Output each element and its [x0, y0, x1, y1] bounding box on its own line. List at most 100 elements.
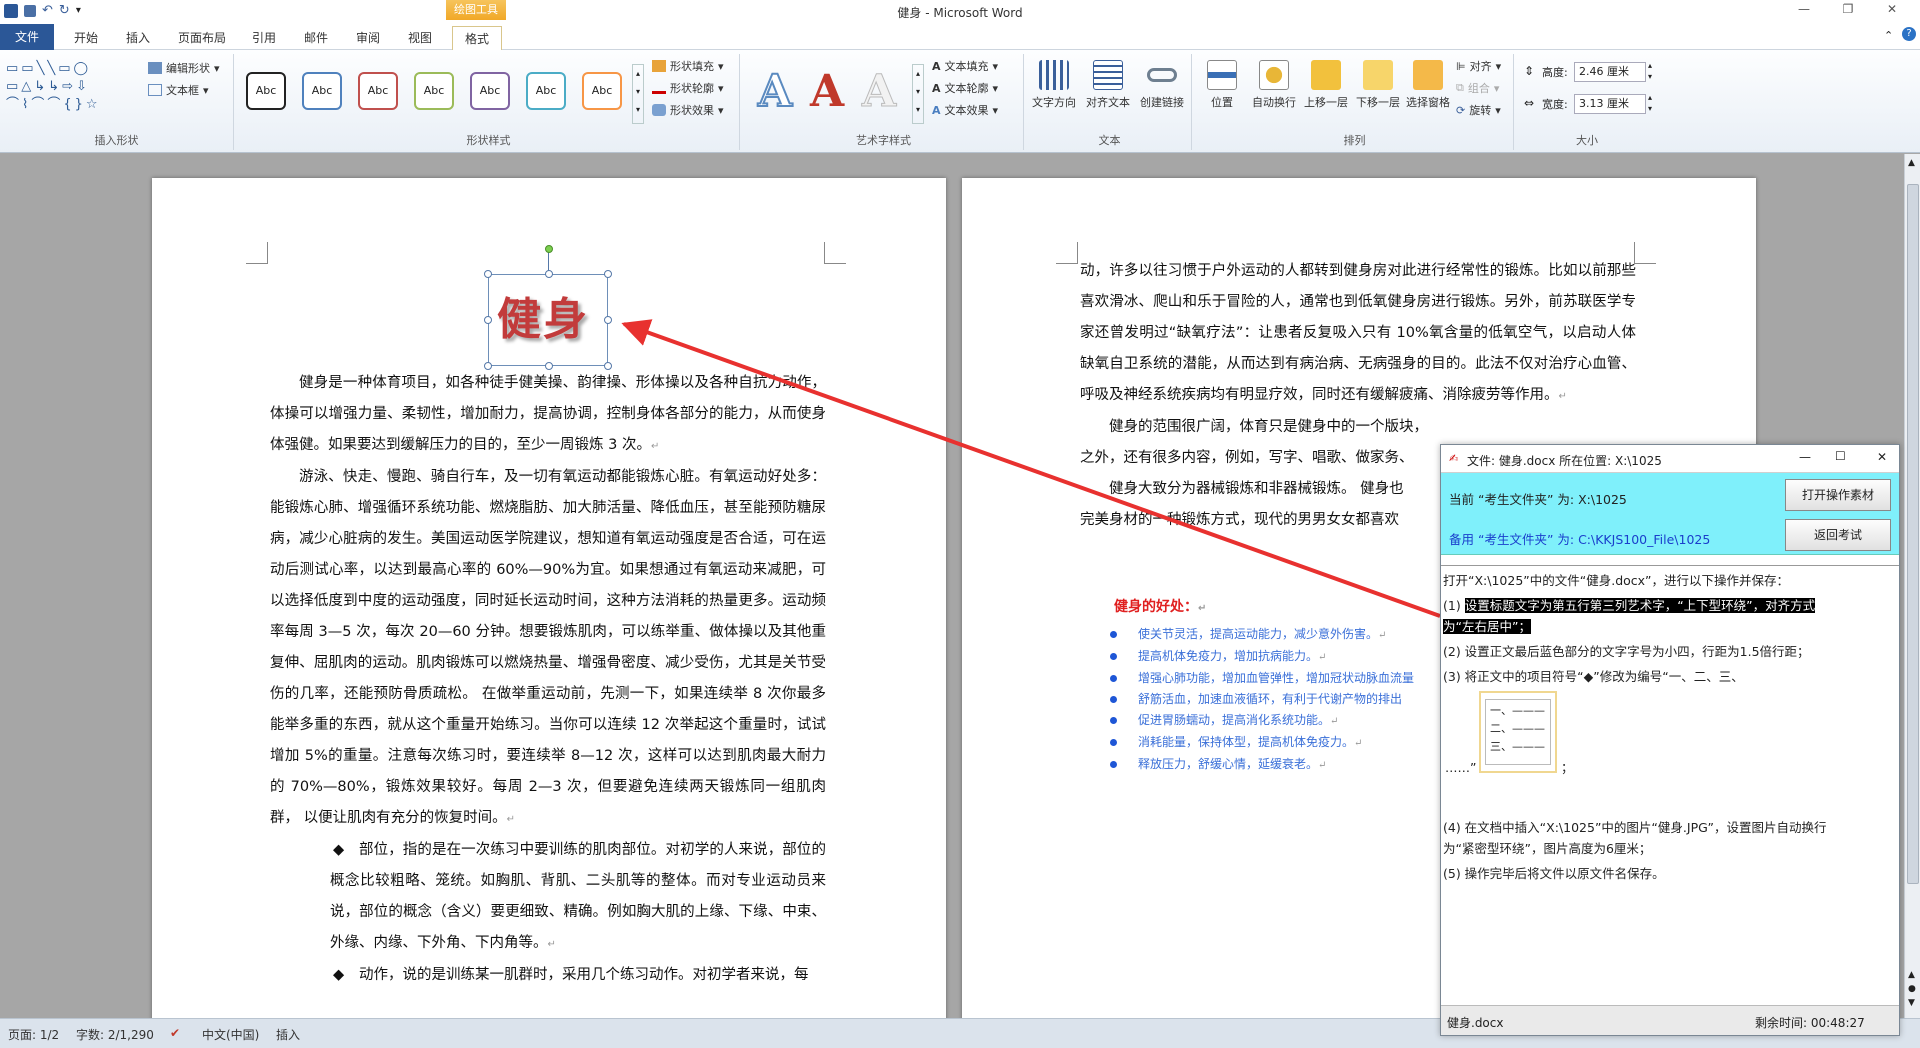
resize-handle[interactable] — [545, 270, 553, 278]
paint-bucket-icon — [652, 60, 666, 72]
resize-handle[interactable] — [604, 270, 612, 278]
wordart-gallery-scroll[interactable]: ▴ ▾ ▾ — [912, 64, 924, 124]
shape-style-2[interactable]: Abc — [302, 72, 342, 110]
shape-style-4[interactable]: Abc — [414, 72, 454, 110]
exam-app-icon: ✍ — [1449, 452, 1459, 465]
shape-style-7[interactable]: Abc — [582, 72, 622, 110]
ribbon-collapse-icon[interactable]: ⌃ — [1884, 29, 1893, 42]
group-icon: ⧉ — [1456, 81, 1464, 94]
text-effect-button[interactable]: A 文本效果 ▾ — [932, 102, 998, 118]
window-title: 健身 - Microsoft Word — [897, 6, 1023, 20]
height-spinner[interactable]: ▴ ▾ — [1648, 60, 1652, 82]
bullet-dot-icon — [1110, 717, 1117, 724]
text-outline-button[interactable]: A 文本轮廓 ▾ — [932, 80, 998, 96]
tab-mailings[interactable]: 邮件 — [292, 26, 340, 50]
exam-maximize-button[interactable]: ☐ — [1835, 449, 1846, 463]
page-1[interactable]: 健身 健身是一种体育项目，如各种徒手健美操、韵律操、形体操以及各种自抗力动作，体… — [152, 178, 946, 1018]
shape-style-6[interactable]: Abc — [526, 72, 566, 110]
example-item: 二、——— — [1490, 722, 1545, 735]
width-spinner[interactable]: ▴ ▾ — [1648, 92, 1652, 114]
wordart-title-frame[interactable]: 健身 — [484, 245, 612, 370]
exam-close-button[interactable]: ✕ — [1877, 450, 1887, 464]
shape-effect-button[interactable]: 形状效果 ▾ — [652, 102, 724, 118]
status-page[interactable]: 页面: 1/2 — [8, 1026, 59, 1043]
align-button[interactable]: ⊫ 对齐 ▾ — [1456, 58, 1501, 74]
width-input[interactable]: 3.13 厘米 — [1574, 94, 1646, 114]
tab-home[interactable]: 开始 — [62, 26, 110, 50]
exam-titlebar: ✍ 文件: 健身.docx 所在位置: X:\1025 — ☐ ✕ — [1441, 445, 1899, 473]
scroll-up-icon[interactable]: ▲ — [1908, 158, 1915, 168]
status-insert-mode[interactable]: 插入 — [276, 1026, 300, 1043]
textbox-icon — [148, 84, 162, 96]
body-text-left[interactable]: 健身是一种体育项目，如各种徒手健美操、韵律操、形体操以及各种自抗力动作，体操可以… — [270, 368, 826, 991]
group-button[interactable]: ⧉ 组合 ▾ — [1456, 80, 1499, 96]
bring-forward-button[interactable]: 上移一层 — [1300, 60, 1352, 110]
exam-minimize-button[interactable]: — — [1799, 450, 1811, 464]
wordart-style-1[interactable]: A — [757, 65, 793, 118]
group-size: ⇕ 高度: 2.46 厘米 ▴ ▾ ⇔ 宽度: 3.13 厘米 ▴ ▾ 大小 — [1518, 54, 1656, 150]
send-backward-icon — [1363, 60, 1393, 90]
wordart-style-2[interactable]: A — [810, 66, 844, 117]
selection-pane-icon — [1413, 60, 1443, 90]
shape-style-gallery-scroll[interactable]: ▴ ▾ ▾ — [632, 64, 644, 124]
exam-title: 文件: 健身.docx 所在位置: X:\1025 — [1467, 454, 1662, 468]
close-button[interactable]: ✕ — [1872, 2, 1912, 20]
rotate-handle[interactable] — [545, 245, 553, 253]
crop-mark — [1056, 242, 1078, 264]
instruction-step-3: (3) 将正文中的项目符号“◆”修改为编号“一、二、三、 — [1443, 669, 1744, 684]
link-icon — [1147, 68, 1177, 82]
tab-page-layout[interactable]: 页面布局 — [166, 26, 238, 50]
wordart-title[interactable]: 健身 — [497, 283, 589, 347]
textbox-button[interactable]: 文本框 ▾ — [148, 82, 209, 98]
ribbon-tabs: 文件 开始 插入 页面布局 引用 邮件 审阅 视图 格式 ⌃ ? — [0, 22, 1920, 50]
height-input[interactable]: 2.46 厘米 — [1574, 62, 1646, 82]
wrap-text-button[interactable]: 自动换行 — [1248, 60, 1300, 110]
instruction-step-5: (5) 操作完毕后将文件以原文件名保存。 — [1443, 866, 1665, 881]
resize-handle[interactable] — [484, 270, 492, 278]
tab-insert[interactable]: 插入 — [114, 26, 162, 50]
text-outline-icon: A — [932, 81, 941, 95]
align-text-button[interactable]: 对齐文本 — [1082, 60, 1134, 110]
resize-handle[interactable] — [484, 316, 492, 324]
rotate-button[interactable]: ⟳ 旋转 ▾ — [1456, 102, 1501, 118]
shape-gallery[interactable]: ▭▭╲╲▭◯ ▭△↳↳⇨⇩ ⌒⌇⌒⌒{}☆ — [6, 60, 136, 114]
numbering-example-box: 一、——— 二、——— 三、——— — [1479, 691, 1557, 773]
create-link-button[interactable]: 创建链接 — [1136, 60, 1188, 110]
text-fill-button[interactable]: A 文本填充 ▾ — [932, 58, 998, 74]
shape-outline-button[interactable]: 形状轮廓 ▾ — [652, 80, 724, 96]
wordart-style-3[interactable]: A — [861, 66, 896, 118]
tab-format[interactable]: 格式 — [452, 26, 503, 50]
tab-file[interactable]: 文件 — [0, 24, 54, 50]
open-material-button[interactable]: 打开操作素材 — [1785, 479, 1891, 511]
shape-style-1[interactable]: Abc — [246, 72, 286, 110]
vertical-scrollbar[interactable]: ▲ ▲ ● ▼ — [1904, 154, 1920, 1018]
edit-shape-button[interactable]: 编辑形状 ▾ — [148, 60, 220, 76]
instruction-step-4-cont: 为“紧密型环绕”，图片高度为6厘米； — [1443, 841, 1652, 856]
text-direction-button[interactable]: 文字方向 — [1028, 60, 1080, 110]
send-backward-button[interactable]: 下移一层 — [1352, 60, 1404, 110]
tab-review[interactable]: 审阅 — [344, 26, 392, 50]
group-shape-styles: Abc Abc Abc Abc Abc Abc Abc ▴ ▾ ▾ 形状填充 ▾ 形状… — [238, 54, 740, 150]
tab-references[interactable]: 引用 — [240, 26, 288, 50]
shape-style-5[interactable]: Abc — [470, 72, 510, 110]
help-icon[interactable]: ? — [1902, 27, 1916, 41]
status-language[interactable]: 中文(中国) — [202, 1026, 259, 1043]
exam-panel: ✍ 文件: 健身.docx 所在位置: X:\1025 — ☐ ✕ 当前 “考生… — [1440, 444, 1900, 1036]
proofing-icon[interactable]: ✔ — [170, 1026, 180, 1040]
selection-pane-button[interactable]: 选择窗格 — [1402, 60, 1454, 110]
return-exam-button[interactable]: 返回考试 — [1785, 519, 1891, 551]
position-button[interactable]: 位置 — [1196, 60, 1248, 110]
shape-style-3[interactable]: Abc — [358, 72, 398, 110]
group-label-text: 文本 — [1098, 134, 1121, 147]
group-label-shape-styles: 形状样式 — [466, 134, 511, 147]
tab-view[interactable]: 视图 — [396, 26, 444, 50]
shape-fill-button[interactable]: 形状填充 ▾ — [652, 58, 724, 74]
browse-arrows[interactable]: ▲ ● ▼ — [1908, 968, 1916, 1010]
status-word-count[interactable]: 字数: 2/1,290 — [76, 1026, 154, 1043]
minimize-button[interactable]: — — [1784, 2, 1824, 20]
height-icon: ⇕ — [1524, 64, 1535, 78]
exam-header: 当前 “考生文件夹” 为: X:\1025 备用 “考生文件夹” 为: C:\K… — [1441, 473, 1899, 555]
scroll-thumb[interactable] — [1907, 184, 1919, 884]
maximize-button[interactable]: ❐ — [1828, 2, 1868, 20]
resize-handle[interactable] — [604, 316, 612, 324]
